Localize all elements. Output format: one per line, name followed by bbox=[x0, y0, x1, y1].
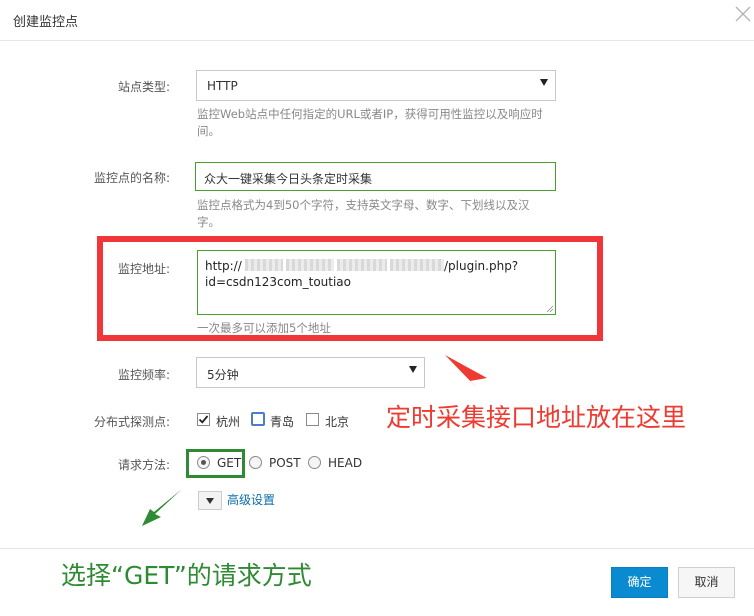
url-line1-prefix: http:// bbox=[205, 259, 242, 273]
arrow-icon bbox=[142, 489, 182, 526]
check-icon bbox=[198, 415, 209, 424]
method-label: 请求方法: bbox=[117, 458, 170, 472]
url-line2: id=csdn123com_toutiao bbox=[205, 275, 351, 289]
monitor-url-label: 监控地址: bbox=[117, 262, 170, 276]
probe-label-hangzhou: 杭州 bbox=[216, 415, 241, 429]
probe-label-beijing: 北京 bbox=[325, 415, 350, 429]
checkbox-beijing[interactable] bbox=[306, 413, 319, 426]
site-type-value: HTTP bbox=[207, 79, 238, 93]
monitor-url-textarea[interactable]: http:// /plugin.php? id=csdn123com_touti… bbox=[197, 250, 556, 315]
close-icon[interactable] bbox=[733, 4, 753, 24]
footer-divider bbox=[0, 548, 754, 549]
redacted-text bbox=[390, 259, 444, 271]
monitor-name-help: 监控点格式为4到50个字符，支持英文字母、数字、下划线以及汉 字。 bbox=[197, 197, 567, 231]
frequency-label: 监控频率: bbox=[117, 368, 170, 382]
monitor-name-help-line1: 监控点格式为4到50个字符，支持英文字母、数字、下划线以及汉 bbox=[197, 198, 530, 212]
checkbox-qingdao[interactable] bbox=[251, 412, 265, 426]
checkbox-hangzhou[interactable] bbox=[197, 413, 210, 426]
site-type-select[interactable]: HTTP bbox=[196, 70, 556, 101]
monitor-name-input[interactable]: 众大一键采集今日头条定时采集 bbox=[195, 162, 556, 191]
redacted-text bbox=[245, 259, 283, 271]
dialog-title: 创建监控点 bbox=[13, 15, 79, 30]
probes-label: 分布式探测点: bbox=[93, 415, 170, 429]
redacted-text bbox=[337, 259, 387, 271]
radio-dot-icon bbox=[201, 460, 206, 465]
site-type-label: 站点类型: bbox=[117, 80, 170, 94]
radio-head[interactable] bbox=[308, 456, 321, 469]
radio-label-post: POST bbox=[269, 456, 301, 470]
advanced-settings-link[interactable]: 高级设置 bbox=[227, 491, 275, 508]
monitor-url-help: 一次最多可以添加5个地址 bbox=[197, 321, 331, 335]
redacted-text bbox=[286, 259, 334, 271]
url-line1-suffix: /plugin.php? bbox=[444, 259, 519, 273]
site-type-help: 监控Web站点中任何指定的URL或者IP，获得可用性监控以及响应时 间。 bbox=[197, 106, 567, 140]
url-annotation: 定时采集接口地址放在这里 bbox=[386, 403, 687, 432]
monitor-name-value: 众大一键采集今日头条定时采集 bbox=[204, 172, 373, 186]
site-type-help-line1: 监控Web站点中任何指定的URL或者IP，获得可用性监控以及响应时 bbox=[197, 107, 543, 121]
advanced-toggle-button[interactable] bbox=[198, 491, 222, 510]
radio-post[interactable] bbox=[249, 456, 262, 469]
method-annotation: 选择“GET”的请求方式 bbox=[61, 561, 312, 590]
dialog-header: 创建监控点 bbox=[0, 0, 754, 41]
chevron-down-icon bbox=[540, 79, 548, 86]
monitor-name-help-line2: 字。 bbox=[197, 215, 220, 229]
radio-label-get: GET bbox=[217, 456, 242, 470]
frequency-select[interactable]: 5分钟 bbox=[196, 357, 425, 388]
cancel-button[interactable]: 取消 bbox=[678, 567, 735, 598]
monitor-name-label: 监控点的名称: bbox=[93, 171, 170, 185]
frequency-value: 5分钟 bbox=[207, 368, 239, 382]
ok-button[interactable]: 确定 bbox=[611, 567, 668, 598]
radio-get[interactable] bbox=[197, 456, 210, 469]
probe-label-qingdao: 青岛 bbox=[270, 415, 295, 429]
resize-handle-icon[interactable] bbox=[546, 305, 554, 313]
chevron-down-icon bbox=[206, 498, 214, 504]
radio-label-head: HEAD bbox=[328, 456, 363, 470]
site-type-help-line2: 间。 bbox=[197, 124, 220, 138]
arrow-icon bbox=[445, 355, 487, 388]
chevron-down-icon bbox=[409, 366, 417, 373]
